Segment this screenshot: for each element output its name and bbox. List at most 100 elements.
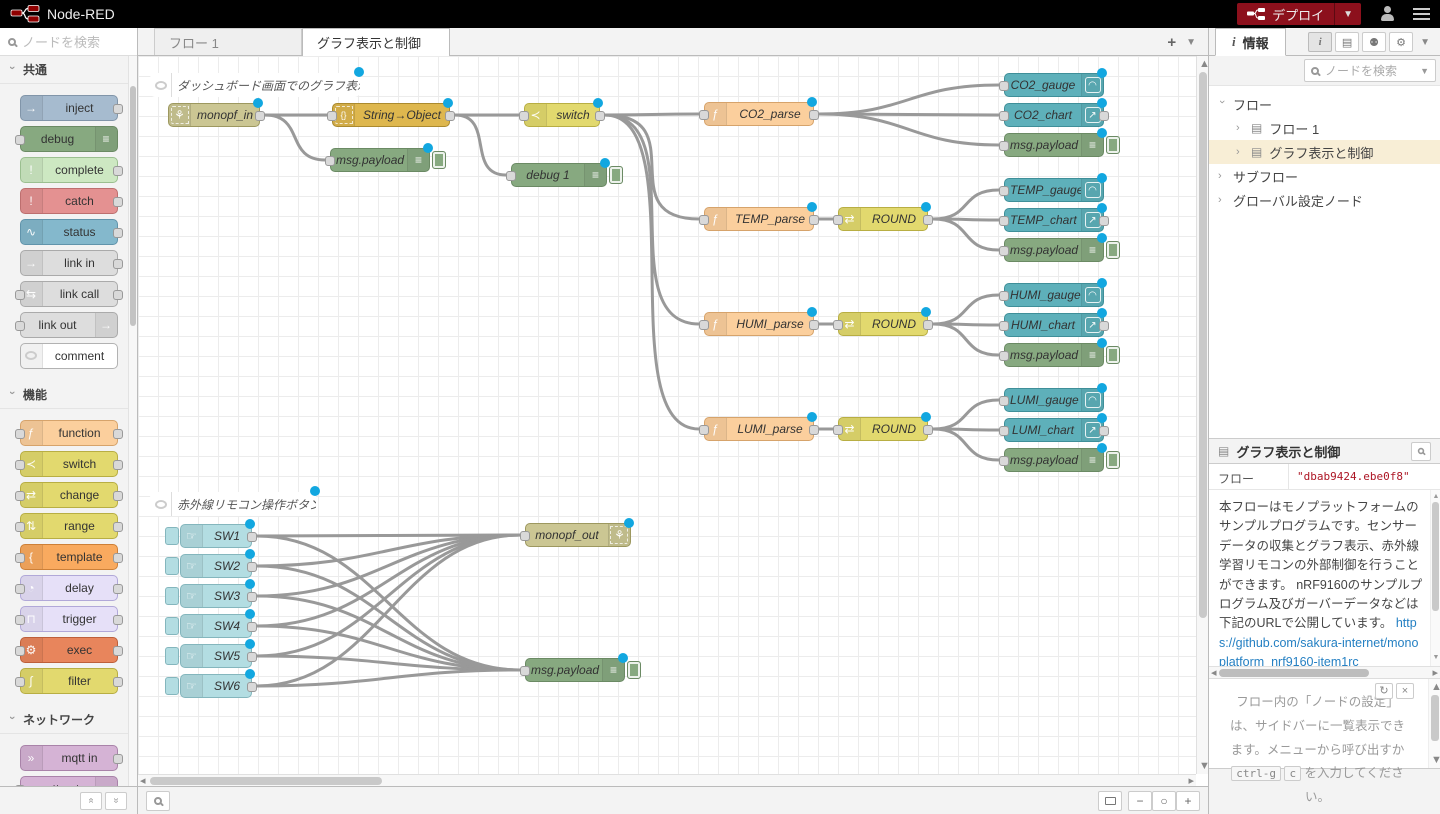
comment-node-c2[interactable]: 赤外線リモコン操作ボタン	[150, 492, 316, 516]
flow-node-switch1[interactable]: ≺switch	[524, 103, 600, 127]
inject-button[interactable]	[165, 617, 179, 635]
deploy-options-button[interactable]: ▼	[1334, 3, 1361, 25]
detail-search-button[interactable]	[1411, 442, 1431, 461]
input-port[interactable]	[999, 186, 1009, 196]
input-port[interactable]	[699, 110, 709, 120]
flow-node-sw4[interactable]: ☞SW4	[180, 614, 252, 638]
input-port[interactable]	[699, 215, 709, 225]
flow-node-sw1[interactable]: ☞SW1	[180, 524, 252, 548]
debug-toggle-button[interactable]	[432, 151, 446, 169]
flow-node-monopf_out[interactable]: ⚘monopf_out	[525, 523, 631, 547]
output-port[interactable]	[247, 622, 257, 632]
input-port[interactable]	[327, 111, 337, 121]
description-horizontal-scrollbar[interactable]: ◂▸	[1209, 666, 1440, 678]
input-port[interactable]	[999, 351, 1009, 361]
palette-category-header[interactable]: ›機能	[0, 381, 137, 409]
palette-node-trigger[interactable]: ⊓trigger	[20, 606, 118, 632]
palette-search-input[interactable]: ノードを検索	[0, 28, 137, 56]
input-port[interactable]	[999, 291, 1009, 301]
input-port[interactable]	[519, 111, 529, 121]
palette-node-debug[interactable]: ≡debug	[20, 126, 118, 152]
input-port[interactable]	[999, 426, 1009, 436]
palette-category-header[interactable]: ›ネットワーク	[0, 706, 137, 734]
flow-node-humi_gauge[interactable]: ◠HUMI_gauge	[1004, 283, 1104, 307]
debug-toggle-button[interactable]	[1106, 346, 1120, 364]
flow-node-dbg_top[interactable]: ≡msg.payload	[330, 148, 430, 172]
input-port[interactable]	[999, 111, 1009, 121]
inject-button[interactable]	[165, 677, 179, 695]
tips-scrollbar[interactable]: ▲▼	[1428, 679, 1440, 768]
zoom-out-button[interactable]: −	[1128, 791, 1152, 811]
output-port[interactable]	[1099, 216, 1109, 226]
inject-button[interactable]	[165, 527, 179, 545]
input-port[interactable]	[506, 171, 516, 181]
palette-node-exec[interactable]: ⚙exec	[20, 637, 118, 663]
palette-node-function[interactable]: ƒfunction	[20, 420, 118, 446]
flow-node-sw6[interactable]: ☞SW6	[180, 674, 252, 698]
input-port[interactable]	[833, 320, 843, 330]
tree-root-flows[interactable]: › フロー	[1209, 92, 1440, 116]
flow-node-debug1[interactable]: ≡debug 1	[511, 163, 607, 187]
flow-node-round_l[interactable]: ⇄ROUND	[838, 417, 928, 441]
sidebar-config-button[interactable]: ⚙	[1389, 32, 1413, 52]
output-port[interactable]	[1099, 321, 1109, 331]
input-port[interactable]	[999, 321, 1009, 331]
user-icon[interactable]	[1379, 6, 1395, 22]
tree-root-global-config[interactable]: › グローバル設定ノード	[1209, 188, 1440, 212]
input-port[interactable]	[833, 425, 843, 435]
flow-node-temp_dbg[interactable]: ≡msg.payload	[1004, 238, 1104, 262]
flow-node-lumi_parse[interactable]: ƒLUMI_parse	[704, 417, 814, 441]
palette-node-template[interactable]: {template	[20, 544, 118, 570]
palette-node-filter[interactable]: ∫filter	[20, 668, 118, 694]
output-port[interactable]	[809, 110, 819, 120]
flow-node-humi_chart[interactable]: ↗HUMI_chart	[1004, 313, 1104, 337]
debug-toggle-button[interactable]	[1106, 241, 1120, 259]
input-port[interactable]	[833, 215, 843, 225]
canvas-horizontal-scrollbar[interactable]: ◂ ▸	[138, 774, 1196, 786]
palette-node-complete[interactable]: !complete	[20, 157, 118, 183]
sidebar-info-button[interactable]: i	[1308, 32, 1332, 52]
input-port[interactable]	[999, 81, 1009, 91]
output-port[interactable]	[247, 592, 257, 602]
deploy-button[interactable]: デプロイ ▼	[1237, 3, 1361, 25]
flow-node-sw5[interactable]: ☞SW5	[180, 644, 252, 668]
flow-node-co2_gauge[interactable]: ◠CO2_gauge	[1004, 73, 1104, 97]
flow-node-str2obj[interactable]: {}String→Object	[332, 103, 450, 127]
flow-node-round_t[interactable]: ⇄ROUND	[838, 207, 928, 231]
input-port[interactable]	[520, 531, 530, 541]
tips-close-button[interactable]: ×	[1396, 683, 1414, 699]
flow-node-temp_chart[interactable]: ↗TEMP_chart	[1004, 208, 1104, 232]
palette-node-change[interactable]: ⇄change	[20, 482, 118, 508]
comment-node-c1[interactable]: ダッシュボード画面でのグラフ表示	[150, 73, 360, 97]
navigator-toggle-button[interactable]	[1098, 791, 1122, 811]
output-port[interactable]	[923, 425, 933, 435]
output-port[interactable]	[1099, 111, 1109, 121]
canvas-vertical-scrollbar[interactable]: ▲ ▼	[1196, 56, 1208, 774]
flow-node-sw2[interactable]: ☞SW2	[180, 554, 252, 578]
flow-node-sw3[interactable]: ☞SW3	[180, 584, 252, 608]
output-port[interactable]	[255, 111, 265, 121]
expand-all-button[interactable]: »	[105, 792, 127, 810]
debug-toggle-button[interactable]	[627, 661, 641, 679]
tips-refresh-button[interactable]: ↻	[1375, 683, 1393, 699]
sidebar-more-button[interactable]: ▼	[1416, 37, 1434, 48]
flow-node-temp_parse[interactable]: ƒTEMP_parse	[704, 207, 814, 231]
output-port[interactable]	[809, 425, 819, 435]
output-port[interactable]	[247, 532, 257, 542]
canvas-search-button[interactable]	[146, 791, 170, 811]
tab-info[interactable]: i 情報	[1215, 28, 1286, 56]
zoom-reset-button[interactable]: ○	[1152, 791, 1176, 811]
palette-node-catch[interactable]: !catch	[20, 188, 118, 214]
sidebar-help-button[interactable]: ▤	[1335, 32, 1359, 52]
palette-node-comment[interactable]: comment	[20, 343, 118, 369]
flow-node-co2_parse[interactable]: ƒCO2_parse	[704, 102, 814, 126]
flow-node-co2_chart[interactable]: ↗CO2_chart	[1004, 103, 1104, 127]
output-port[interactable]	[247, 682, 257, 692]
zoom-in-button[interactable]: +	[1176, 791, 1200, 811]
inject-button[interactable]	[165, 647, 179, 665]
flow-node-co2_dbg[interactable]: ≡msg.payload	[1004, 133, 1104, 157]
debug-toggle-button[interactable]	[1106, 136, 1120, 154]
main-menu-icon[interactable]	[1413, 8, 1430, 20]
tab-flow-1[interactable]: フロー 1	[154, 28, 302, 55]
palette-node-link-call[interactable]: ⇆link call	[20, 281, 118, 307]
